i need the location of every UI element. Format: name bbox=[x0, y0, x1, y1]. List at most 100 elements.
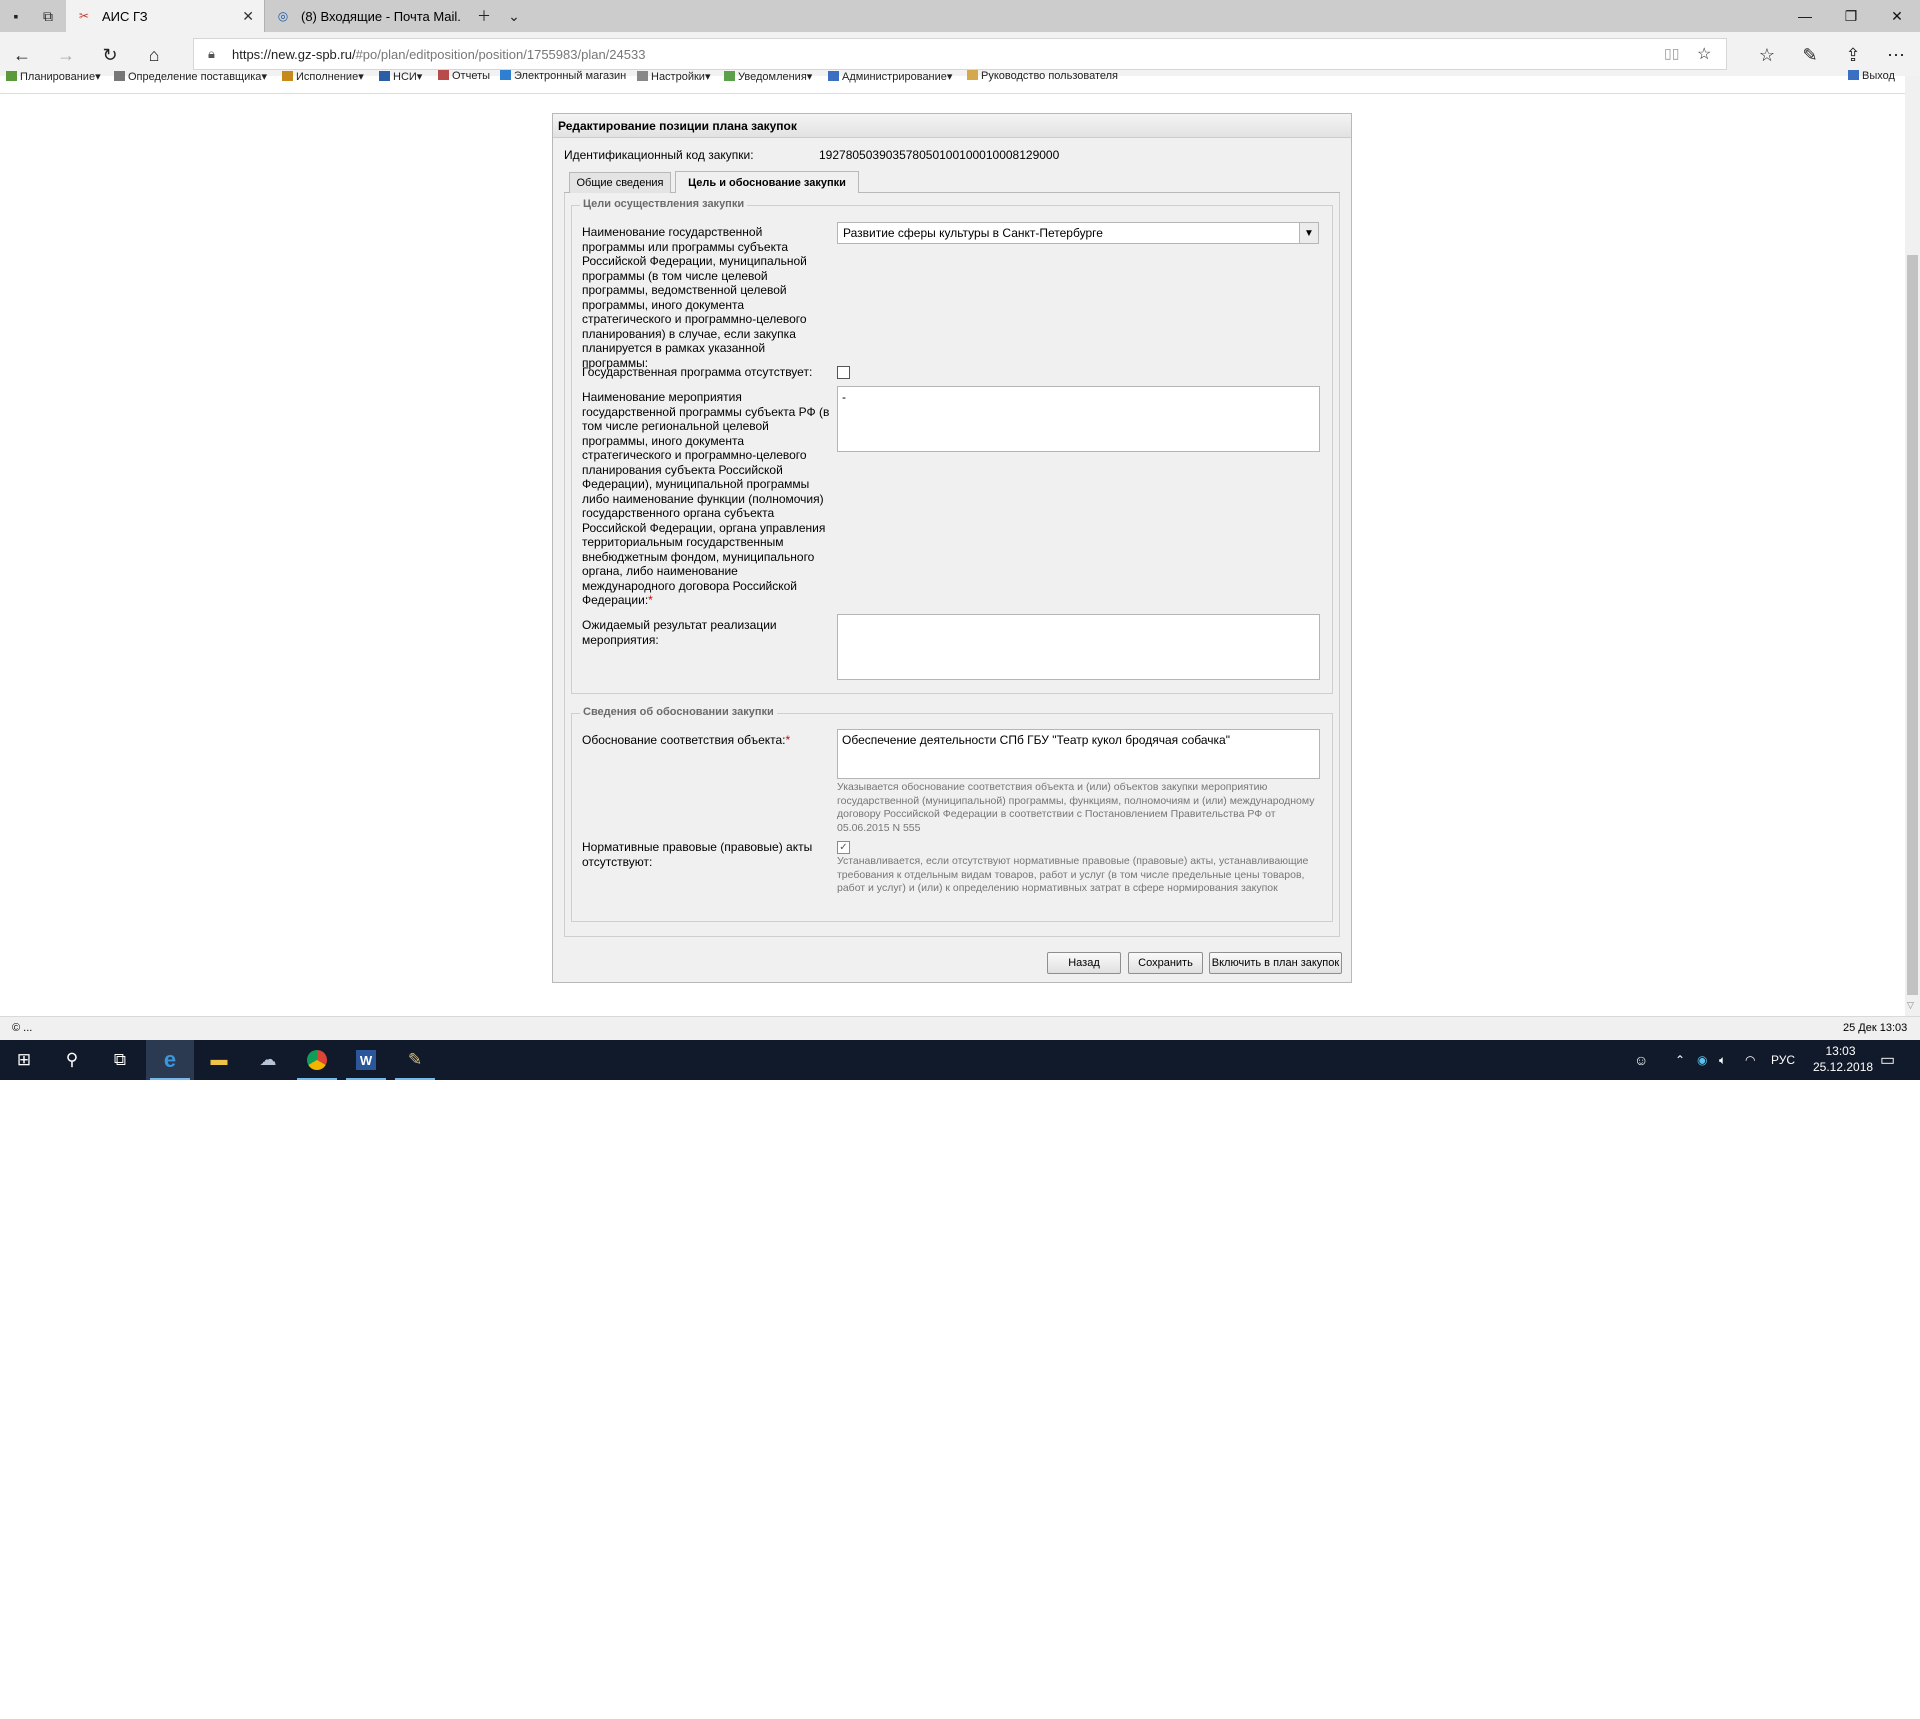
menu-planning[interactable]: Планирование▾ bbox=[6, 70, 101, 83]
settings-icon bbox=[637, 71, 648, 81]
paint-app-icon[interactable]: ✎ bbox=[391, 1040, 439, 1080]
nsi-icon bbox=[379, 71, 390, 81]
purchase-id-value: 192780503903578050100100010008129000 bbox=[819, 148, 1060, 162]
browser-tab-title: (8) Входящие - Почта Mail. bbox=[301, 8, 461, 24]
restore-button[interactable]: ❐ bbox=[1828, 0, 1874, 32]
acts-checkbox[interactable]: ✓ bbox=[837, 841, 850, 854]
lock-icon: 🔒︎ bbox=[208, 46, 215, 61]
acts-label: Нормативные правовые (правовые) акты отс… bbox=[582, 840, 813, 869]
logout-icon bbox=[1848, 70, 1859, 80]
network-icon[interactable]: ◠ bbox=[1745, 1040, 1755, 1080]
notes-pen-icon[interactable]: ✎ bbox=[1795, 40, 1825, 70]
forward-arrow-icon[interactable]: → bbox=[51, 40, 81, 70]
menu-settings[interactable]: Настройки▾ bbox=[637, 70, 710, 83]
no-program-checkbox[interactable] bbox=[837, 366, 850, 379]
basis-label-text: Обоснование соответствия объекта: bbox=[582, 733, 786, 747]
menu-reports[interactable]: Отчеты bbox=[438, 70, 490, 82]
browser-tab-title: АИС ГЗ bbox=[102, 8, 148, 24]
show-hidden-icons-chevron-icon[interactable]: ⌃ bbox=[1675, 1040, 1685, 1080]
scroll-down-arrow-icon[interactable]: ▽ bbox=[1907, 1000, 1914, 1011]
file-explorer-icon[interactable]: ▬ bbox=[195, 1040, 243, 1080]
no-program-label: Государственная программа отсутствует: bbox=[582, 365, 813, 379]
event-textarea[interactable]: - bbox=[837, 386, 1320, 452]
new-tab-icon[interactable]: ＋ bbox=[470, 0, 498, 32]
minimize-button[interactable]: — bbox=[1782, 0, 1828, 32]
status-bar: © ... 25 Дек 13:03 bbox=[0, 1016, 1920, 1041]
refresh-icon[interactable]: ↻ bbox=[95, 40, 125, 70]
windows-start-icon[interactable]: ⊞ bbox=[0, 1040, 48, 1080]
chrome-icon[interactable] bbox=[293, 1040, 341, 1080]
menu-label: Планирование bbox=[20, 71, 96, 83]
menu-notifications[interactable]: Уведомления▾ bbox=[724, 70, 812, 83]
user-guide-icon bbox=[967, 70, 978, 80]
tray-app-icon[interactable]: ◉ bbox=[1697, 1040, 1707, 1080]
copyright-text: © ... bbox=[12, 1022, 33, 1034]
tab-general-info[interactable]: Общие сведения bbox=[569, 172, 671, 193]
menu-eshop[interactable]: Электронный магазин bbox=[500, 70, 626, 82]
tab-set-aside-icon[interactable]: ▪ bbox=[2, 0, 30, 32]
close-window-button[interactable]: ✕ bbox=[1874, 0, 1920, 32]
browser-tab-ais[interactable]: ✂ АИС ГЗ ✕ bbox=[66, 0, 264, 32]
reports-icon bbox=[438, 70, 449, 80]
app-icon[interactable]: ☁ bbox=[244, 1040, 292, 1080]
required-asterisk: * bbox=[648, 593, 653, 607]
favorites-hub-icon[interactable]: ☆ bbox=[1752, 40, 1782, 70]
program-label: Наименование государственной программы и… bbox=[582, 225, 807, 370]
more-menu-icon[interactable]: ⋯ bbox=[1881, 40, 1911, 70]
back-button[interactable]: Назад bbox=[1047, 952, 1121, 974]
scrollbar-thumb[interactable] bbox=[1907, 255, 1918, 995]
clock[interactable]: 13:03 25.12.2018 bbox=[1813, 1043, 1874, 1075]
close-tab-icon[interactable]: ✕ bbox=[242, 8, 254, 25]
word-icon[interactable]: W bbox=[342, 1040, 390, 1080]
chevron-down-icon[interactable]: ▼ bbox=[1299, 223, 1318, 243]
basis-label: Обоснование соответствия объекта:* bbox=[582, 733, 790, 748]
event-label: Наименование мероприятия государственной… bbox=[582, 390, 832, 608]
search-icon[interactable]: ⚲ bbox=[48, 1040, 96, 1080]
basis-textarea[interactable]: Обеспечение деятельности СПб ГБУ "Театр … bbox=[837, 729, 1320, 779]
home-icon[interactable]: ⌂ bbox=[139, 40, 169, 70]
mail-favicon-icon: ◎ bbox=[277, 9, 289, 23]
input-language[interactable]: РУС bbox=[1771, 1040, 1795, 1080]
url-text: https://new.gz-spb.ru/#po/plan/editposit… bbox=[232, 47, 645, 62]
address-bar[interactable]: 🔒︎ https://new.gz-spb.ru/#po/plan/editpo… bbox=[193, 38, 1727, 70]
menu-label: Руководство пользователя bbox=[981, 70, 1118, 82]
url-path: #po/plan/editposition/position/1755983/p… bbox=[355, 46, 646, 62]
menu-nsi[interactable]: НСИ▾ bbox=[379, 70, 422, 83]
task-view-icon[interactable]: ⧉ bbox=[96, 1040, 144, 1080]
eshop-icon bbox=[500, 70, 511, 80]
browser-tab-mail[interactable]: ◎ (8) Входящие - Почта Mail. bbox=[264, 0, 464, 32]
result-textarea[interactable] bbox=[837, 614, 1320, 680]
menu-admin[interactable]: Администрирование▾ bbox=[828, 70, 952, 83]
menu-label: Определение поставщика bbox=[128, 71, 262, 83]
favorite-star-icon[interactable]: ☆ bbox=[1697, 44, 1711, 64]
basis-hint: Указывается обоснование соответствия объ… bbox=[837, 781, 1315, 834]
execution-icon bbox=[282, 71, 293, 81]
edge-browser-icon[interactable]: e bbox=[146, 1040, 194, 1080]
tab-goal-and-basis[interactable]: Цель и обоснование закупки bbox=[675, 171, 859, 193]
clock-date: 25.12.2018 bbox=[1813, 1060, 1874, 1074]
action-center-icon[interactable]: ▭ bbox=[1880, 1040, 1895, 1080]
menu-supplier[interactable]: Определение поставщика▾ bbox=[114, 70, 267, 83]
event-label-text: Наименование мероприятия государственной… bbox=[582, 390, 830, 607]
menu-execution[interactable]: Исполнение▾ bbox=[282, 70, 364, 83]
program-select[interactable]: Развитие сферы культуры в Санкт-Петербур… bbox=[837, 222, 1319, 244]
back-arrow-icon[interactable]: ← bbox=[7, 40, 37, 70]
include-in-plan-button[interactable]: Включить в план закупок bbox=[1209, 952, 1342, 974]
admin-icon bbox=[828, 71, 839, 81]
reading-view-icon[interactable]: ▯▯ bbox=[1664, 45, 1679, 62]
clock-time: 13:03 bbox=[1825, 1044, 1856, 1058]
logout-link[interactable]: Выход bbox=[1848, 70, 1895, 82]
panel-title: Редактирование позиции плана закупок bbox=[553, 114, 1351, 138]
program-select-value: Развитие сферы культуры в Санкт-Петербур… bbox=[843, 226, 1103, 240]
goals-legend: Цели осуществления закупки bbox=[580, 198, 748, 210]
ais-favicon-icon: ✂ bbox=[78, 9, 90, 23]
people-icon[interactable]: ☺ bbox=[1634, 1040, 1648, 1080]
menu-user-guide[interactable]: Руководство пользователя bbox=[967, 70, 1118, 82]
logout-label: Выход bbox=[1862, 70, 1895, 82]
tabs-preview-icon[interactable]: ⧉ bbox=[34, 0, 62, 32]
share-icon[interactable]: ⇪ bbox=[1838, 40, 1868, 70]
notifications-icon bbox=[724, 71, 735, 81]
tab-list-chevron-icon[interactable]: ⌄ bbox=[500, 0, 528, 32]
save-button[interactable]: Сохранить bbox=[1128, 952, 1203, 974]
volume-icon[interactable]: 🔈︎ bbox=[1719, 1040, 1726, 1080]
